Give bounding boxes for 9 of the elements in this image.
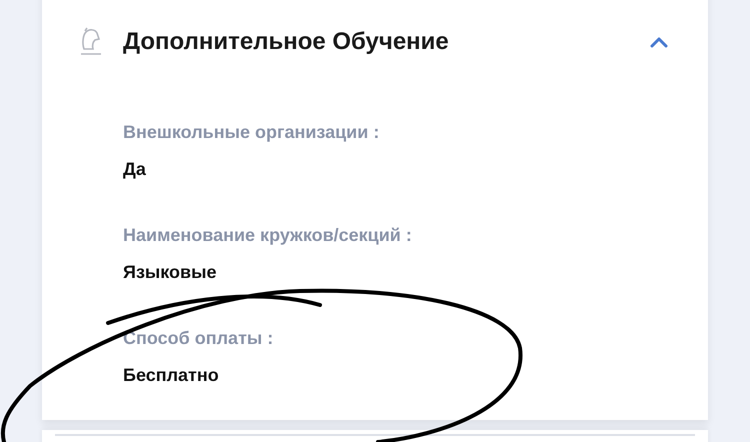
field-label: Способ оплаты : (123, 327, 274, 349)
horse-head-icon (80, 27, 102, 57)
field-label: Внешкольные организации : (123, 121, 380, 143)
field-value: Языковые (123, 261, 216, 283)
field-label: Наименование кружков/секций : (123, 224, 412, 246)
field-value: Да (123, 158, 146, 180)
chevron-up-icon[interactable] (650, 36, 668, 48)
section-title: Дополнительное Обучение (123, 27, 449, 57)
field-value: Бесплатно (123, 364, 219, 386)
